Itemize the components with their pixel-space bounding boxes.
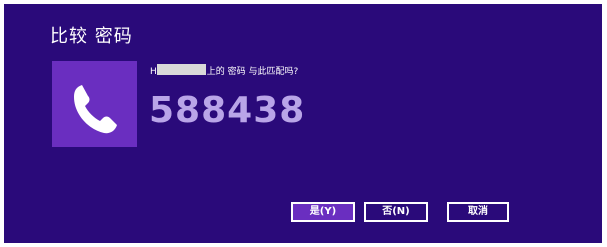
dialog-title: 比较 密码 — [50, 26, 133, 47]
yes-button[interactable]: 是(Y) — [291, 202, 355, 222]
phone-icon — [74, 85, 117, 134]
passkey-code: 588438 — [149, 90, 306, 131]
message-prefix: H — [150, 67, 157, 77]
cancel-button[interactable]: 取消 — [447, 202, 509, 222]
no-button[interactable]: 否(N) — [364, 202, 428, 222]
pairing-dialog: 比较 密码 H 上的 密码 与此匹配吗? 588438 是(Y) 否(N) 取消 — [4, 4, 602, 243]
pairing-message: H 上的 密码 与此匹配吗? — [150, 64, 298, 78]
window-frame: 比较 密码 H 上的 密码 与此匹配吗? 588438 是(Y) 否(N) 取消 — [0, 0, 607, 247]
message-suffix: 上的 密码 与此匹配吗? — [206, 67, 299, 77]
device-icon-tile — [52, 61, 137, 147]
redacted-device-name — [156, 64, 206, 75]
